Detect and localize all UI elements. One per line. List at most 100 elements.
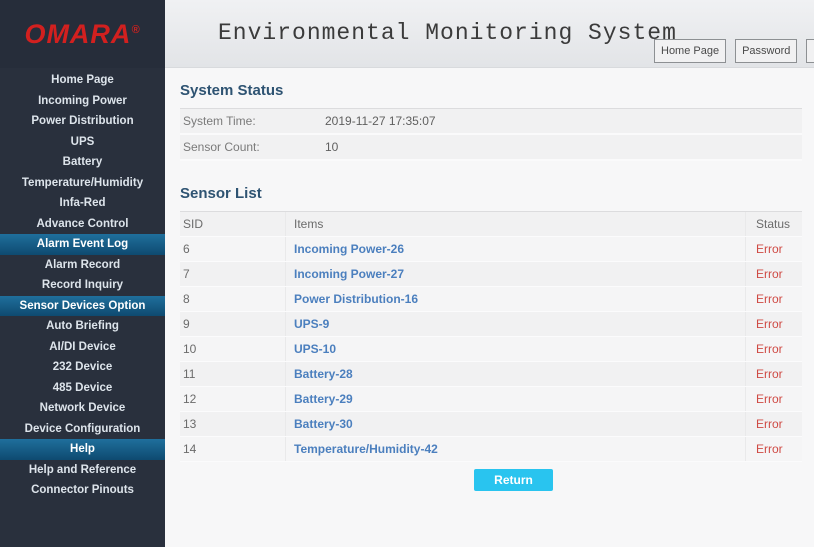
main-content: System Status System Time: 2019-11-27 17… — [165, 68, 814, 547]
sensor-sid-cell: 7 — [180, 262, 285, 286]
sensor-item-link[interactable]: UPS-9 — [294, 317, 329, 331]
sidebar-menu-item-label: Battery — [63, 156, 103, 168]
home-page-button[interactable]: Home Page — [654, 39, 726, 63]
sidebar-menu-item[interactable]: Device Configuration — [0, 419, 165, 440]
sidebar-menu-item[interactable]: 232 Device — [0, 357, 165, 378]
sensor-item-link[interactable]: Battery-30 — [294, 417, 353, 431]
logout-button[interactable]: Logout — [806, 39, 814, 63]
sensor-item-cell: Power Distribution-16 — [285, 287, 745, 311]
sidebar-menu-item-label: 485 Device — [53, 382, 112, 394]
sensor-item-link[interactable]: Incoming Power-26 — [294, 242, 404, 256]
status-error-text: Error — [756, 417, 783, 431]
sensor-sid-cell: 8 — [180, 287, 285, 311]
sensor-sid-cell: 14 — [180, 437, 285, 461]
sensor-item-link[interactable]: UPS-10 — [294, 342, 336, 356]
sensor-table-row: 7 Incoming Power-27 Error — [180, 262, 802, 287]
sidebar-menu-item[interactable]: AI/DI Device — [0, 337, 165, 358]
sidebar-menu-item-label: Sensor Devices Option — [20, 300, 146, 312]
sensor-status-cell: Error — [745, 337, 802, 361]
sensor-table: SID Items Status 6 Incoming Power-26 Err… — [180, 212, 802, 462]
return-button[interactable]: Return — [474, 469, 553, 491]
sidebar-menu-item[interactable]: Network Device — [0, 398, 165, 419]
sidebar-menu-item[interactable]: Incoming Power — [0, 91, 165, 112]
sidebar-menu-item-label: Alarm Record — [45, 259, 120, 271]
sidebar-menu-item-label: 232 Device — [53, 361, 112, 373]
sidebar-menu-item[interactable]: Home Page — [0, 70, 165, 91]
sensor-item-cell: UPS-9 — [285, 312, 745, 336]
sensor-item-link[interactable]: Incoming Power-27 — [294, 267, 404, 281]
password-button[interactable]: Password — [735, 39, 797, 63]
sidebar-menu-item[interactable]: Help — [0, 439, 165, 460]
registered-trademark-icon: ® — [131, 24, 140, 36]
sidebar-menu-item[interactable]: Power Distribution — [0, 111, 165, 132]
sidebar-menu: Home Page Incoming Power Power Distribut… — [0, 68, 165, 501]
sidebar-menu-item-label: Alarm Event Log — [37, 238, 128, 250]
sensor-item-cell: Battery-28 — [285, 362, 745, 386]
sensor-item-link[interactable]: Battery-29 — [294, 392, 353, 406]
sensor-sid-cell: 10 — [180, 337, 285, 361]
sidebar-menu-item-label: Help — [70, 443, 95, 455]
sensor-table-row: 11 Battery-28 Error — [180, 362, 802, 387]
status-row-value: 2019-11-27 17:35:07 — [325, 114, 436, 128]
sidebar-menu-item-label: Auto Briefing — [46, 320, 119, 332]
sensor-status-cell: Error — [745, 387, 802, 411]
sensor-status-cell: Error — [745, 362, 802, 386]
sidebar-menu-item[interactable]: Infa-Red — [0, 193, 165, 214]
system-status-table: System Time: 2019-11-27 17:35:07 Sensor … — [180, 109, 802, 161]
sidebar-menu-item[interactable]: UPS — [0, 132, 165, 153]
sidebar-menu-item[interactable]: Record Inquiry — [0, 275, 165, 296]
sidebar-menu-item[interactable]: Connector Pinouts — [0, 480, 165, 501]
sensor-status-cell: Error — [745, 262, 802, 286]
sidebar-menu-item-label: Infa-Red — [60, 197, 106, 209]
sensor-table-row: 9 UPS-9 Error — [180, 312, 802, 337]
sensor-sid-cell: 9 — [180, 312, 285, 336]
sensor-table-row: 10 UPS-10 Error — [180, 337, 802, 362]
status-error-text: Error — [756, 367, 783, 381]
sidebar-menu-item[interactable]: Alarm Record — [0, 255, 165, 276]
sensor-sid-cell: 12 — [180, 387, 285, 411]
sensor-item-cell: UPS-10 — [285, 337, 745, 361]
sensor-table-header: SID Items Status — [180, 212, 802, 237]
sidebar-menu-item-label: AI/DI Device — [49, 341, 115, 353]
system-status-row: System Time: 2019-11-27 17:35:07 — [180, 109, 802, 135]
sensor-status-cell: Error — [745, 237, 802, 261]
sensor-status-cell: Error — [745, 412, 802, 436]
sidebar-menu-item[interactable]: Battery — [0, 152, 165, 173]
sidebar-menu-item-label: Power Distribution — [31, 115, 133, 127]
sidebar-menu-item-label: Advance Control — [36, 218, 128, 230]
system-status-row: Sensor Count: 10 — [180, 135, 802, 161]
sensor-sid-cell: 11 — [180, 362, 285, 386]
status-error-text: Error — [756, 317, 783, 331]
sensor-item-cell: Incoming Power-27 — [285, 262, 745, 286]
sidebar-menu-item[interactable]: Advance Control — [0, 214, 165, 235]
sensor-item-link[interactable]: Battery-28 — [294, 367, 353, 381]
sidebar-menu-item-label: Connector Pinouts — [31, 484, 134, 496]
sensor-status-cell: Error — [745, 287, 802, 311]
sidebar-menu-item-label: Device Configuration — [25, 423, 141, 435]
sensor-item-link[interactable]: Power Distribution-16 — [294, 292, 418, 306]
sidebar-menu-item[interactable]: Help and Reference — [0, 460, 165, 481]
system-status-heading: System Status — [180, 82, 802, 109]
status-error-text: Error — [756, 342, 783, 356]
sensor-table-row: 14 Temperature/Humidity-42 Error — [180, 437, 802, 462]
logo-area: OMARA® — [0, 0, 165, 68]
sidebar: OMARA® Home Page Incoming Power Power Di… — [0, 0, 165, 547]
sensor-status-cell: Error — [745, 312, 802, 336]
sidebar-menu-item[interactable]: Sensor Devices Option — [0, 296, 165, 317]
status-error-text: Error — [756, 392, 783, 406]
header-button-row: Home Page Password Logout — [654, 39, 814, 63]
sidebar-menu-item-label: Incoming Power — [38, 95, 127, 107]
sidebar-menu-item[interactable]: Auto Briefing — [0, 316, 165, 337]
sensor-item-cell: Battery-30 — [285, 412, 745, 436]
sidebar-menu-item[interactable]: Alarm Event Log — [0, 234, 165, 255]
sensor-item-cell: Battery-29 — [285, 387, 745, 411]
status-row-label: Sensor Count: — [180, 140, 325, 154]
sidebar-menu-item-label: Help and Reference — [29, 464, 136, 476]
sidebar-menu-item[interactable]: Temperature/Humidity — [0, 173, 165, 194]
sidebar-menu-item-label: Home Page — [51, 74, 114, 86]
sensor-table-row: 13 Battery-30 Error — [180, 412, 802, 437]
sidebar-menu-item[interactable]: 485 Device — [0, 378, 165, 399]
sensor-item-link[interactable]: Temperature/Humidity-42 — [294, 442, 438, 456]
status-error-text: Error — [756, 292, 783, 306]
status-error-text: Error — [756, 267, 783, 281]
